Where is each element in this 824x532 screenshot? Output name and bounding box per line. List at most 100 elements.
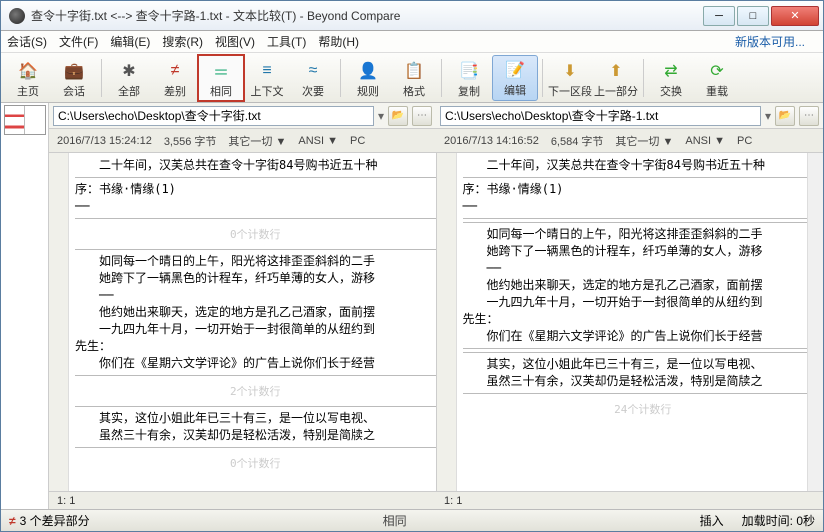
swap-button[interactable]: ⇄交换	[648, 55, 694, 101]
block-separator	[75, 177, 436, 178]
titlebar: 查令十字街.txt <--> 查令十字路-1.txt - 文本比较(T) - B…	[1, 1, 823, 31]
dropdown-icon[interactable]: ▾	[378, 109, 384, 123]
left-text: 二十年间，汉芙总共在查令十字街84号购书近五十种序：书缘·情缘(1)──0个计数…	[49, 153, 436, 479]
window-title: 查令十字街.txt <--> 查令十字路-1.txt - 文本比较(T) - B…	[31, 7, 701, 24]
reload-button[interactable]: ⟳重载	[694, 55, 740, 101]
separator	[441, 59, 442, 97]
left-pane[interactable]: 二十年间，汉芙总共在查令十字街84号购书近五十种序：书缘·情缘(1)──0个计数…	[49, 153, 437, 491]
browse-left-button[interactable]: ⋯	[412, 106, 432, 126]
referee-icon: 👤	[358, 61, 378, 81]
separator	[101, 59, 102, 97]
right-pane[interactable]: 二十年间，汉芙总共在查令十字街84号购书近五十种序：书缘·情缘(1)── 如同每…	[437, 153, 824, 491]
minimize-button[interactable]: ─	[703, 6, 735, 26]
block-separator	[463, 393, 824, 394]
left-path-input[interactable]	[53, 106, 374, 126]
home-button[interactable]: 🏠主页	[5, 55, 51, 101]
home-icon: 🏠	[18, 61, 38, 81]
maximize-button[interactable]: □	[737, 6, 769, 26]
statusbar: ≠3 个差异部分 相同 插入 加载时间: 0秒	[1, 509, 823, 531]
app-icon	[9, 8, 25, 24]
left-os[interactable]: PC	[350, 135, 365, 147]
next-section-button[interactable]: ⬇下一区段	[547, 55, 593, 101]
text-line: 序：书缘·情缘(1)	[75, 181, 436, 198]
menu-search[interactable]: 搜索(R)	[162, 33, 203, 50]
text-line: 一九四九年十月，一切开始于一封很简单的从纽约到	[463, 294, 824, 311]
content-column: ▾ 📂 ⋯ ▾ 📂 ⋯ 2016/7/13 15:24:12 3,556 字节 …	[49, 103, 823, 509]
text-line: 你们在《星期六文学评论》的广告上说你们长于经营	[75, 355, 436, 372]
path-row: ▾ 📂 ⋯ ▾ 📂 ⋯	[49, 103, 823, 129]
menubar: 会话(S) 文件(F) 编辑(E) 搜索(R) 视图(V) 工具(T) 帮助(H…	[1, 31, 823, 53]
diff-button[interactable]: ≠差别	[152, 55, 198, 101]
vertical-scrollbar[interactable]	[807, 153, 823, 491]
separator	[542, 59, 543, 97]
copy-button[interactable]: 📑复制	[446, 55, 492, 101]
text-line: 你们在《星期六文学评论》的广告上说你们长于经营	[463, 328, 824, 345]
hidden-lines-marker: 24个计数行	[463, 397, 824, 421]
diff-count: ≠3 个差异部分	[9, 512, 90, 529]
text-line: 先生：	[463, 311, 824, 328]
equal-icon: ＝	[211, 61, 231, 81]
left-cursor-pos: 1: 1	[49, 492, 436, 509]
right-path-cell: ▾ 📂 ⋯	[436, 103, 823, 128]
open-file-left-button[interactable]: 📂	[388, 106, 408, 126]
context-icon: ≡	[257, 61, 277, 81]
close-button[interactable]: ✕	[771, 6, 819, 26]
block-separator	[463, 177, 824, 178]
session-button[interactable]: 💼会话	[51, 55, 97, 101]
all-button[interactable]: ✱全部	[106, 55, 152, 101]
reload-icon: ⟳	[707, 61, 727, 81]
open-file-right-button[interactable]: 📂	[775, 106, 795, 126]
right-cursor-pos: 1: 1	[436, 492, 823, 509]
text-line: 虽然三十有余，汉芙却仍是轻松活泼，特别是简牍之	[75, 427, 436, 444]
left-size: 3,556 字节	[164, 133, 217, 149]
coord-row: 1: 1 1: 1	[49, 491, 823, 509]
status-load-time: 加载时间: 0秒	[742, 512, 815, 529]
toolbar: 🏠主页 💼会话 ✱全部 ≠差别 ＝相同 ≡上下文 ≈次要 👤规则 📋格式 📑复制…	[1, 53, 823, 103]
right-date: 2016/7/13 14:16:52	[444, 135, 539, 147]
menu-view[interactable]: 视图(V)	[215, 33, 255, 50]
format-icon: 📋	[404, 61, 424, 81]
left-date: 2016/7/13 15:24:12	[57, 135, 152, 147]
window-buttons: ─ □ ✕	[701, 6, 819, 26]
text-line: 其实，这位小姐此年已三十有三，是一位以写电视、	[463, 356, 824, 373]
right-size: 6,584 字节	[551, 133, 604, 149]
left-path-cell: ▾ 📂 ⋯	[49, 103, 436, 128]
menu-session[interactable]: 会话(S)	[7, 33, 47, 50]
menu-edit[interactable]: 编辑(E)	[110, 33, 150, 50]
menu-file[interactable]: 文件(F)	[59, 33, 98, 50]
browse-right-button[interactable]: ⋯	[799, 106, 819, 126]
right-os[interactable]: PC	[737, 135, 752, 147]
minor-button[interactable]: ≈次要	[290, 55, 336, 101]
text-line: 她跨下了一辆黑色的计程车，纤巧单薄的女人，游移	[75, 270, 436, 287]
text-line: 他约她出来聊天，选定的地方是孔乙己酒家，面前摆	[463, 277, 824, 294]
main-row: ▾ 📂 ⋯ ▾ 📂 ⋯ 2016/7/13 15:24:12 3,556 字节 …	[1, 103, 823, 509]
right-info: 2016/7/13 14:16:52 6,584 字节 其它一切 ▼ ANSI …	[436, 129, 823, 152]
overview-thumbnail[interactable]	[4, 105, 46, 135]
left-other[interactable]: 其它一切 ▼	[228, 133, 286, 149]
text-line: 序：书缘·情缘(1)	[463, 181, 824, 198]
context-button[interactable]: ≡上下文	[244, 55, 290, 101]
rules-button[interactable]: 👤规则	[345, 55, 391, 101]
same-button[interactable]: ＝相同	[198, 55, 244, 101]
right-encoding[interactable]: ANSI ▼	[685, 135, 725, 147]
separator	[340, 59, 341, 97]
text-line: 她跨下了一辆黑色的计程车，纤巧单薄的女人，游移	[463, 243, 824, 260]
hidden-lines-marker: 2个计数行	[75, 379, 436, 403]
new-version-link[interactable]: 新版本可用...	[735, 33, 805, 50]
dropdown-icon[interactable]: ▾	[765, 109, 771, 123]
menu-help[interactable]: 帮助(H)	[318, 33, 359, 50]
hidden-lines-marker: 0个计数行	[75, 222, 436, 246]
right-other[interactable]: 其它一切 ▼	[615, 133, 673, 149]
block-separator	[75, 447, 436, 448]
format-button[interactable]: 📋格式	[391, 55, 437, 101]
menu-tools[interactable]: 工具(T)	[267, 33, 306, 50]
prev-section-button[interactable]: ⬆上一部分	[593, 55, 639, 101]
text-line: ──	[463, 260, 824, 277]
edit-icon: 📝	[505, 60, 525, 80]
edit-button[interactable]: 📝编辑	[492, 55, 538, 101]
text-line: 如同每一个晴日的上午，阳光将这排歪歪斜斜的二手	[463, 226, 824, 243]
text-line: 虽然三十有余，汉芙却仍是轻松活泼，特别是简牍之	[463, 373, 824, 390]
right-text: 二十年间，汉芙总共在查令十字街84号购书近五十种序：书缘·情缘(1)── 如同每…	[437, 153, 824, 425]
right-path-input[interactable]	[440, 106, 761, 126]
left-encoding[interactable]: ANSI ▼	[298, 135, 338, 147]
